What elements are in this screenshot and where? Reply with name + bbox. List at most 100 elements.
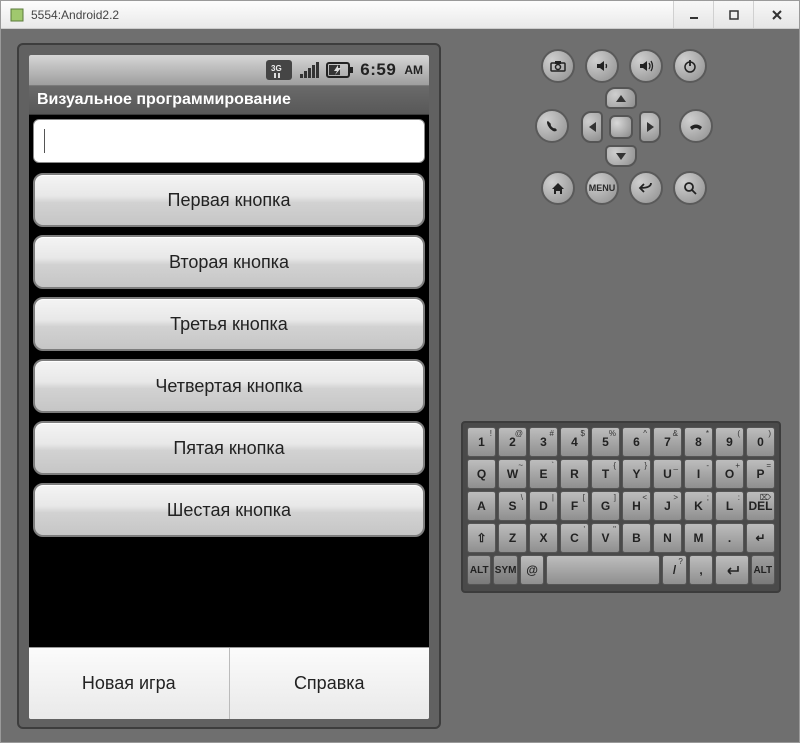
button-3[interactable]: Третья кнопка bbox=[33, 297, 425, 351]
signal-icon bbox=[298, 58, 320, 82]
key-h[interactable]: H< bbox=[622, 491, 651, 521]
close-button[interactable] bbox=[753, 1, 799, 28]
key-d[interactable]: D| bbox=[529, 491, 558, 521]
key-p[interactable]: P= bbox=[746, 459, 775, 489]
volume-down-icon bbox=[595, 59, 609, 73]
dpad-up[interactable] bbox=[605, 87, 637, 109]
home-button[interactable] bbox=[541, 171, 575, 205]
button-label: Первая кнопка bbox=[168, 190, 291, 211]
maximize-button[interactable] bbox=[713, 1, 753, 28]
key-6[interactable]: 6^ bbox=[622, 427, 651, 457]
key-e[interactable]: E` bbox=[529, 459, 558, 489]
key-s[interactable]: S\ bbox=[498, 491, 527, 521]
key-q[interactable]: Q bbox=[467, 459, 496, 489]
power-icon bbox=[683, 59, 697, 73]
key-alt-right[interactable]: ALT bbox=[751, 555, 775, 585]
key-row-2: QW~E`RT{Y}U_I-O+P= bbox=[467, 459, 775, 489]
chevron-right-icon bbox=[647, 122, 654, 132]
key-3[interactable]: 3# bbox=[529, 427, 558, 457]
key-4[interactable]: 4$ bbox=[560, 427, 589, 457]
button-2[interactable]: Вторая кнопка bbox=[33, 235, 425, 289]
key-c[interactable]: C' bbox=[560, 523, 589, 553]
button-4[interactable]: Четвертая кнопка bbox=[33, 359, 425, 413]
key-comma[interactable]: , bbox=[689, 555, 713, 585]
hardware-buttons: MENU bbox=[461, 43, 781, 223]
key-1[interactable]: 1! bbox=[467, 427, 496, 457]
key-9[interactable]: 9( bbox=[715, 427, 744, 457]
key-t[interactable]: T{ bbox=[591, 459, 620, 489]
dpad-right[interactable] bbox=[639, 111, 661, 143]
device-frame: 3G 6:59 AM Визуальное программирование bbox=[17, 43, 441, 729]
key-n[interactable]: N bbox=[653, 523, 682, 553]
text-input[interactable] bbox=[33, 119, 425, 163]
app-icon bbox=[9, 7, 25, 23]
call-button[interactable] bbox=[535, 109, 569, 143]
volume-up-button[interactable] bbox=[629, 49, 663, 83]
key-space[interactable] bbox=[546, 555, 660, 585]
back-icon bbox=[638, 181, 654, 195]
key-sym[interactable]: SYM bbox=[493, 555, 517, 585]
chevron-left-icon bbox=[589, 122, 596, 132]
key-slash[interactable]: /? bbox=[662, 555, 686, 585]
text-cursor bbox=[44, 129, 45, 153]
key-row-5: ALT SYM @ /? , ALT bbox=[467, 555, 775, 585]
key-alt[interactable]: ALT bbox=[467, 555, 491, 585]
key-5[interactable]: 5% bbox=[591, 427, 620, 457]
key-f[interactable]: F[ bbox=[560, 491, 589, 521]
key-r[interactable]: R bbox=[560, 459, 589, 489]
button-1[interactable]: Первая кнопка bbox=[33, 173, 425, 227]
key-2[interactable]: 2@ bbox=[498, 427, 527, 457]
chevron-up-icon bbox=[616, 95, 626, 102]
dpad-center[interactable] bbox=[609, 115, 633, 139]
key-at[interactable]: @ bbox=[520, 555, 544, 585]
key-7[interactable]: 7& bbox=[653, 427, 682, 457]
key-del[interactable]: DEL⌦ bbox=[746, 491, 775, 521]
dpad-down[interactable] bbox=[605, 145, 637, 167]
activity-title: Визуальное программирование bbox=[29, 85, 429, 115]
volume-down-button[interactable] bbox=[585, 49, 619, 83]
window-titlebar[interactable]: 5554:Android2.2 bbox=[1, 1, 799, 29]
key-z[interactable]: Z bbox=[498, 523, 527, 553]
battery-icon bbox=[326, 58, 354, 82]
key-u[interactable]: U_ bbox=[653, 459, 682, 489]
key-.[interactable]: . bbox=[715, 523, 744, 553]
button-6[interactable]: Шестая кнопка bbox=[33, 483, 425, 537]
camera-button[interactable] bbox=[541, 49, 575, 83]
key-v[interactable]: V" bbox=[591, 523, 620, 553]
key-a[interactable]: A bbox=[467, 491, 496, 521]
key-⇧[interactable]: ⇧ bbox=[467, 523, 496, 553]
key-k[interactable]: K; bbox=[684, 491, 713, 521]
menu-help[interactable]: Справка bbox=[229, 648, 430, 719]
key-b[interactable]: B bbox=[622, 523, 651, 553]
key-j[interactable]: J> bbox=[653, 491, 682, 521]
dpad-left[interactable] bbox=[581, 111, 603, 143]
clock-ampm: AM bbox=[404, 63, 423, 77]
key-y[interactable]: Y} bbox=[622, 459, 651, 489]
menu-button[interactable]: MENU bbox=[585, 171, 619, 205]
key-x[interactable]: X bbox=[529, 523, 558, 553]
key-0[interactable]: 0) bbox=[746, 427, 775, 457]
key-o[interactable]: O+ bbox=[715, 459, 744, 489]
button-label: Пятая кнопка bbox=[173, 438, 284, 459]
key-enter-alt[interactable] bbox=[715, 555, 748, 585]
clock-time: 6:59 bbox=[360, 60, 396, 80]
chevron-down-icon bbox=[616, 153, 626, 160]
key-row-1: 1!2@3#4$5%6^7&8*9(0) bbox=[467, 427, 775, 457]
key-w[interactable]: W~ bbox=[498, 459, 527, 489]
power-button[interactable] bbox=[673, 49, 707, 83]
key-m[interactable]: M bbox=[684, 523, 713, 553]
search-button[interactable] bbox=[673, 171, 707, 205]
activity-title-text: Визуальное программирование bbox=[37, 91, 291, 109]
key-i[interactable]: I- bbox=[684, 459, 713, 489]
back-button[interactable] bbox=[629, 171, 663, 205]
network-3g-icon: 3G bbox=[266, 58, 292, 82]
key-l[interactable]: L: bbox=[715, 491, 744, 521]
end-call-button[interactable] bbox=[679, 109, 713, 143]
key-8[interactable]: 8* bbox=[684, 427, 713, 457]
key-g[interactable]: G] bbox=[591, 491, 620, 521]
menu-new-game[interactable]: Новая игра bbox=[29, 648, 229, 719]
minimize-button[interactable] bbox=[673, 1, 713, 28]
key-↵[interactable]: ↵ bbox=[746, 523, 775, 553]
emulator-side-panel: MENU 1!2@3#4$5%6^7&8*9(0) QW~E`RT{Y}U_I-… bbox=[461, 43, 781, 593]
button-5[interactable]: Пятая кнопка bbox=[33, 421, 425, 475]
